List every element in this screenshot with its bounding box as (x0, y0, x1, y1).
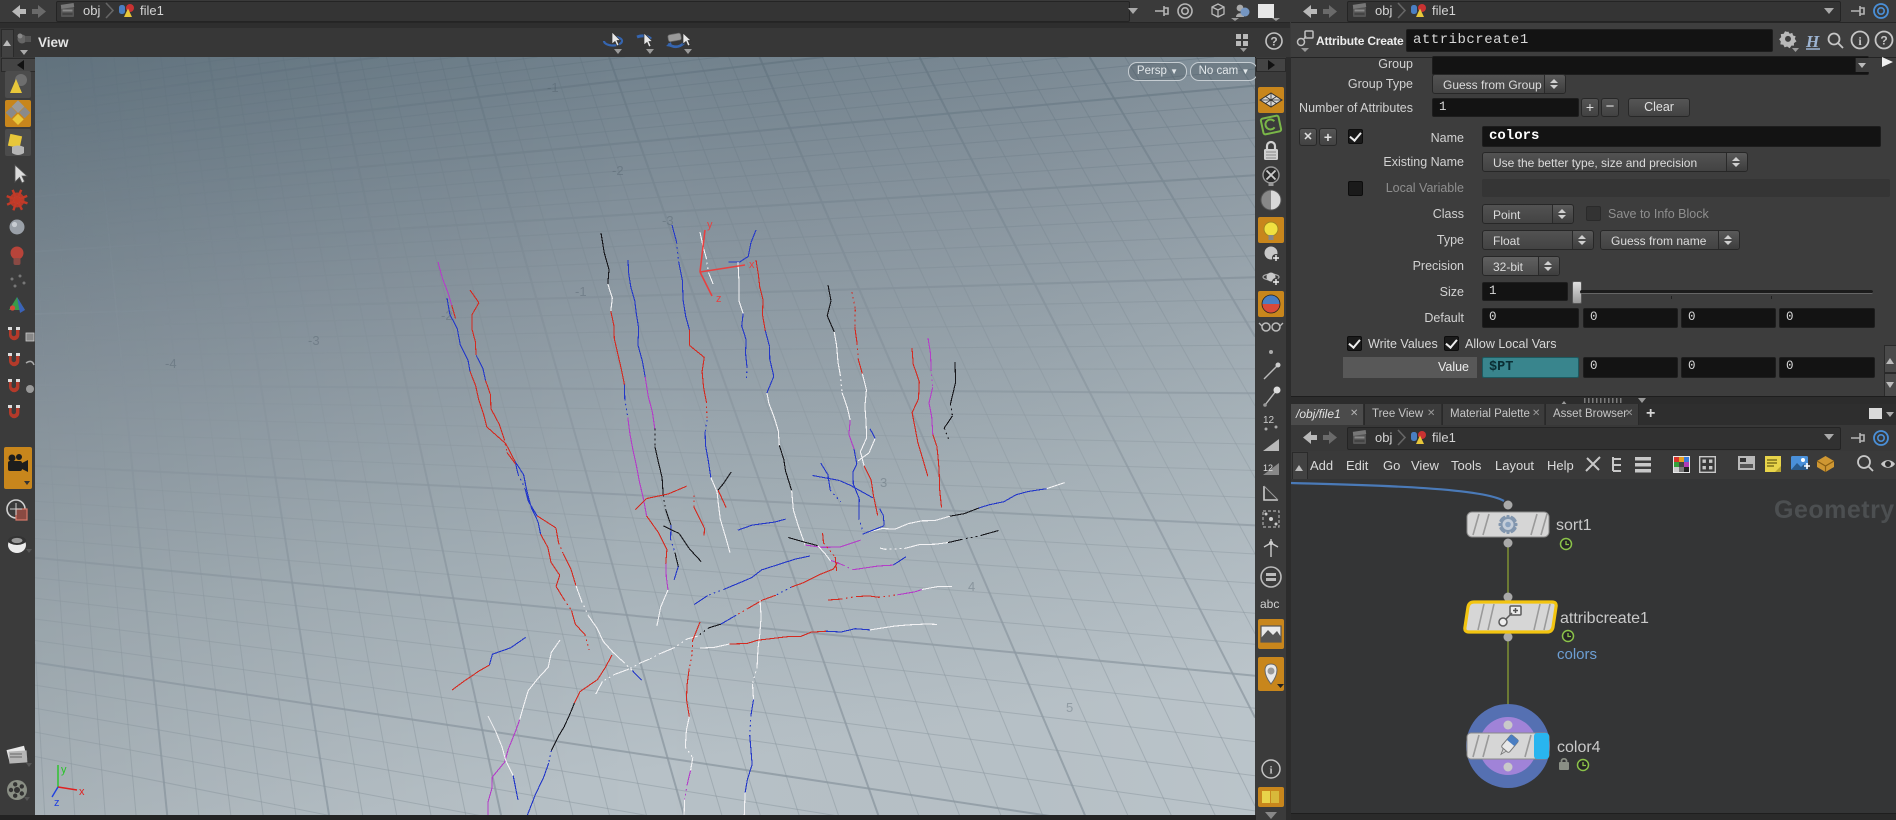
svg-text:5: 5 (1066, 700, 1073, 715)
svg-text:x: x (749, 259, 755, 271)
svg-text:-1: -1 (575, 284, 587, 299)
svg-text:colors: colors (1557, 646, 1597, 663)
svg-text:H: H (1805, 32, 1820, 51)
svg-text:?: ? (1270, 35, 1277, 49)
svg-text:-1: -1 (547, 80, 559, 95)
svg-text:-3: -3 (308, 333, 320, 348)
svg-text:abc: abc (1260, 597, 1279, 611)
svg-text:12: 12 (1263, 415, 1275, 426)
svg-text:?: ? (1880, 34, 1887, 48)
svg-text:z: z (54, 797, 60, 809)
svg-text:z: z (716, 293, 722, 305)
svg-text:attribcreate1: attribcreate1 (1560, 610, 1649, 627)
svg-text:12: 12 (1263, 463, 1273, 473)
svg-text:color4: color4 (1557, 739, 1601, 756)
svg-text:3: 3 (880, 475, 887, 490)
svg-text:4: 4 (968, 579, 975, 594)
svg-text:i: i (1858, 34, 1862, 48)
svg-text:y: y (61, 764, 67, 776)
svg-text:sort1: sort1 (1556, 517, 1592, 534)
svg-text:-2: -2 (612, 163, 624, 178)
svg-text:x: x (79, 786, 85, 798)
svg-text:-4: -4 (165, 356, 177, 371)
svg-text:y: y (707, 219, 713, 231)
svg-text:i: i (1269, 765, 1272, 777)
